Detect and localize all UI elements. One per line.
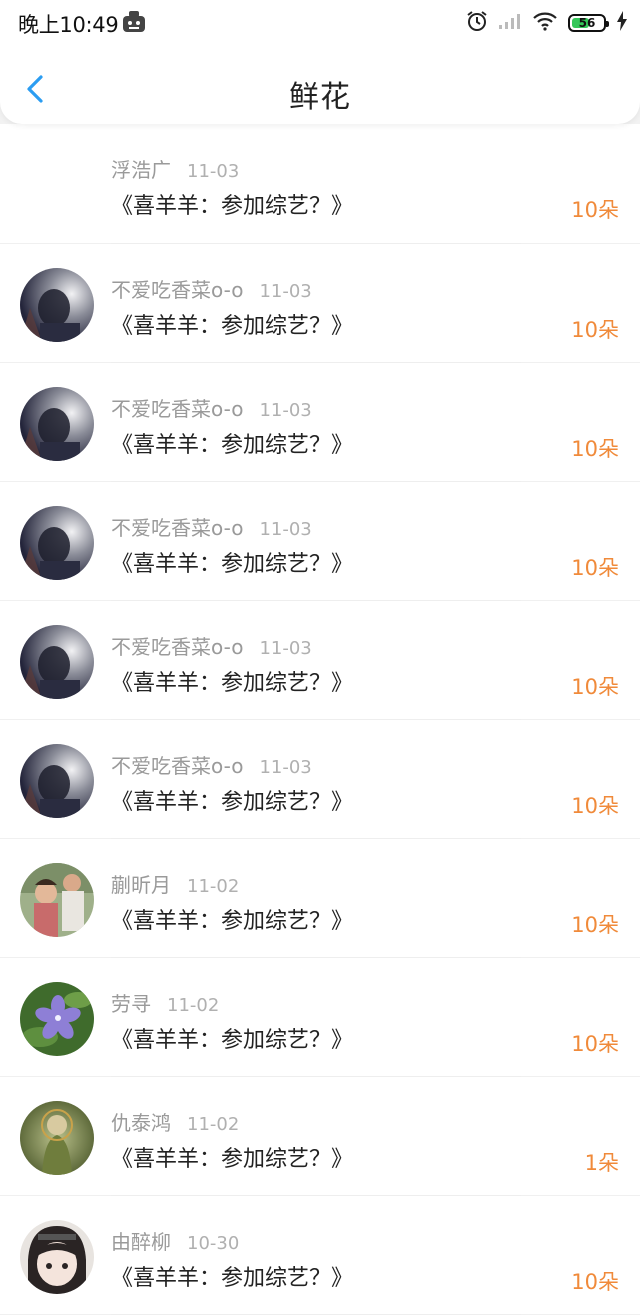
user-name: 不爱吃香菜o-o	[111, 397, 244, 421]
battery-icon: 56	[568, 14, 609, 32]
user-line: 不爱吃香菜o-o 11-03	[111, 750, 312, 779]
list-item[interactable]: 不爱吃香菜o-o 11-03 《喜羊羊：参加综艺？》 10朵	[0, 482, 640, 601]
story-title[interactable]: 《喜羊羊：参加综艺？》	[111, 546, 353, 578]
avatar[interactable]	[20, 744, 94, 818]
list-item[interactable]: 浮浩广 11-03 《喜羊羊：参加综艺？》 10朵	[0, 124, 640, 244]
avatar[interactable]	[20, 625, 94, 699]
avatar[interactable]	[20, 506, 94, 580]
user-line: 仇泰鸿 11-02	[111, 1107, 239, 1136]
flower-count: 10朵	[571, 1032, 619, 1056]
list-item[interactable]: 蒯昕月 11-02 《喜羊羊：参加综艺？》 10朵	[0, 839, 640, 958]
signal-icon	[498, 12, 522, 34]
avatar[interactable]	[20, 268, 94, 342]
flower-count: 1朵	[584, 1151, 619, 1175]
flower-count: 10朵	[571, 318, 619, 342]
user-name: 不爱吃香菜o-o	[111, 278, 244, 302]
date: 11-02	[187, 876, 240, 897]
list-item[interactable]: 由醉柳 10-30 《喜羊羊：参加综艺？》 10朵	[0, 1196, 640, 1315]
header-card: 晚上10:49 56 鲜花	[0, 0, 640, 124]
wifi-icon	[532, 11, 558, 35]
avatar[interactable]	[20, 1220, 94, 1294]
user-name: 劳寻	[111, 992, 151, 1016]
flower-count: 10朵	[571, 794, 619, 818]
avatar[interactable]	[20, 148, 94, 222]
flower-count: 10朵	[571, 1270, 619, 1294]
alarm-icon	[466, 10, 488, 36]
avatar[interactable]	[20, 387, 94, 461]
story-title[interactable]: 《喜羊羊：参加综艺？》	[111, 308, 353, 340]
list-item[interactable]: 仇泰鸿 11-02 《喜羊羊：参加综艺？》 1朵	[0, 1077, 640, 1196]
list-item[interactable]: 不爱吃香菜o-o 11-03 《喜羊羊：参加综艺？》 10朵	[0, 244, 640, 363]
user-line: 浮浩广 11-03	[111, 154, 239, 183]
date: 11-03	[259, 757, 312, 778]
list-item[interactable]: 劳寻 11-02 《喜羊羊：参加综艺？》 10朵	[0, 958, 640, 1077]
avatar[interactable]	[20, 1101, 94, 1175]
user-line: 劳寻 11-02	[111, 988, 219, 1017]
battery-level: 56	[578, 16, 596, 30]
flower-count: 10朵	[571, 437, 619, 461]
story-title[interactable]: 《喜羊羊：参加综艺？》	[111, 784, 353, 816]
date: 11-03	[259, 281, 312, 302]
user-name: 不爱吃香菜o-o	[111, 635, 244, 659]
story-title[interactable]: 《喜羊羊：参加综艺？》	[111, 903, 353, 935]
user-line: 不爱吃香菜o-o 11-03	[111, 274, 312, 303]
user-name: 仇泰鸿	[111, 1111, 171, 1135]
user-name: 不爱吃香菜o-o	[111, 516, 244, 540]
user-name: 由醉柳	[111, 1230, 171, 1254]
avatar[interactable]	[20, 982, 94, 1056]
charging-icon	[616, 11, 628, 35]
flower-count: 10朵	[571, 913, 619, 937]
flower-count: 10朵	[571, 675, 619, 699]
story-title[interactable]: 《喜羊羊：参加综艺？》	[111, 1260, 353, 1292]
date: 10-30	[187, 1233, 240, 1254]
list-item[interactable]: 不爱吃香菜o-o 11-03 《喜羊羊：参加综艺？》 10朵	[0, 720, 640, 839]
user-name: 蒯昕月	[111, 873, 171, 897]
date: 11-03	[259, 638, 312, 659]
date: 11-02	[167, 995, 220, 1016]
user-name: 浮浩广	[111, 158, 171, 182]
page-title: 鲜花	[289, 80, 351, 115]
avatar[interactable]	[20, 863, 94, 937]
date: 11-03	[259, 400, 312, 421]
user-name: 不爱吃香菜o-o	[111, 754, 244, 778]
nav-bar: 鲜花	[0, 54, 640, 124]
date: 11-03	[259, 519, 312, 540]
status-icons: 56	[466, 10, 628, 36]
status-time: 晚上10:49	[18, 13, 119, 37]
list-item[interactable]: 不爱吃香菜o-o 11-03 《喜羊羊：参加综艺？》 10朵	[0, 601, 640, 720]
story-title[interactable]: 《喜羊羊：参加综艺？》	[111, 427, 353, 459]
date: 11-03	[187, 161, 240, 182]
story-title[interactable]: 《喜羊羊：参加综艺？》	[111, 188, 353, 220]
date: 11-02	[187, 1114, 240, 1135]
story-title[interactable]: 《喜羊羊：参加综艺？》	[111, 1022, 353, 1054]
user-line: 蒯昕月 11-02	[111, 869, 239, 898]
flower-count: 10朵	[571, 556, 619, 580]
status-bar: 晚上10:49 56	[0, 0, 640, 44]
user-line: 不爱吃香菜o-o 11-03	[111, 512, 312, 541]
user-line: 不爱吃香菜o-o 11-03	[111, 393, 312, 422]
story-title[interactable]: 《喜羊羊：参加综艺？》	[111, 665, 353, 697]
story-title[interactable]: 《喜羊羊：参加综艺？》	[111, 1141, 353, 1173]
list-item[interactable]: 不爱吃香菜o-o 11-03 《喜羊羊：参加综艺？》 10朵	[0, 363, 640, 482]
flower-count: 10朵	[571, 198, 619, 222]
app-notification-icon	[121, 10, 147, 38]
user-line: 由醉柳 10-30	[111, 1226, 239, 1255]
user-line: 不爱吃香菜o-o 11-03	[111, 631, 312, 660]
flower-list: 浮浩广 11-03 《喜羊羊：参加综艺？》 10朵 不爱吃香菜o-o 11-03 《喜羊羊：…	[0, 124, 640, 1315]
